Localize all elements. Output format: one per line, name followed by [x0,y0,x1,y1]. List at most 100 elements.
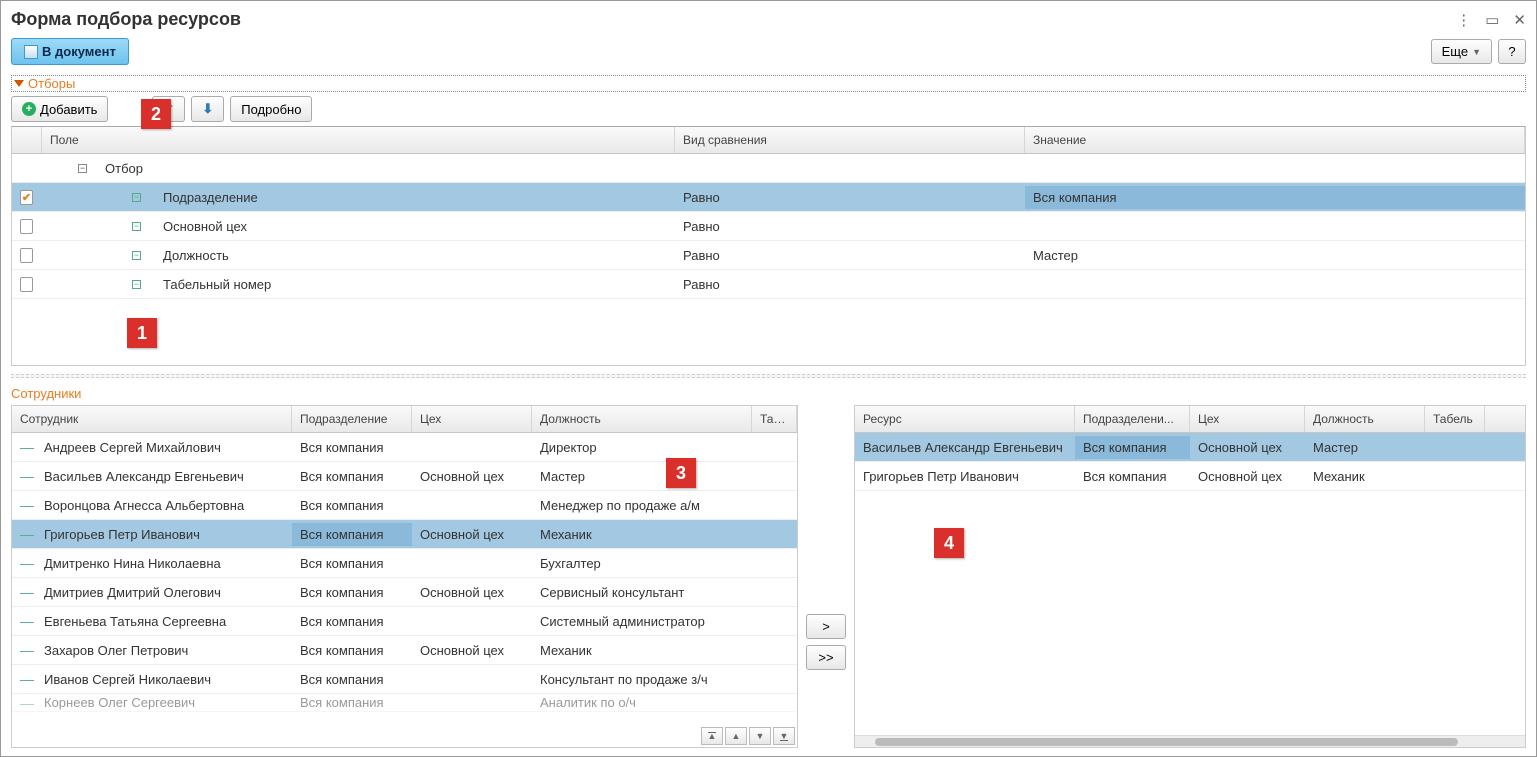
resource-dept: Вся компания [1075,465,1190,488]
filter-row[interactable]: −ПодразделениеРавноВся компания [12,183,1525,212]
filter-val [1025,222,1525,230]
page-title: Форма подбора ресурсов [11,9,1456,30]
callout-2: 2 [141,99,171,129]
filter-grid: Поле Вид сравнения Значение −Отбор −Подр… [11,126,1526,366]
detail-button[interactable]: Подробно [230,96,312,122]
employee-dept: Вся компания [292,668,412,691]
move-down-button[interactable]: ⬇ [191,96,224,122]
employee-row[interactable]: —Дмитриев Дмитрий ОлеговичВся компанияОс… [12,578,797,607]
res-col-tab[interactable]: Табель [1425,406,1485,432]
tree-collapse-icon[interactable]: − [78,164,87,173]
transfer-all-button[interactable]: >> [806,645,846,670]
filter-checkbox[interactable] [20,248,33,263]
nav-down[interactable]: ▼ [749,727,771,745]
row-bullet-icon: — [20,497,34,513]
filter-val: Мастер [1025,244,1525,267]
employee-tab [752,501,797,509]
employee-name: Дмитренко Нина Николаевна [44,556,221,571]
resource-dept: Вся компания [1075,436,1190,459]
employee-dept: Вся компания [292,552,412,575]
employee-name: Евгеньева Татьяна Сергеевна [44,614,226,629]
filter-col-field[interactable]: Поле [42,127,675,153]
arrow-down-icon: ⬇ [202,101,213,117]
filter-root-row[interactable]: −Отбор [12,154,1525,183]
filter-checkbox[interactable] [20,277,33,292]
row-bullet-icon: — [20,642,34,658]
employee-position: Сервисный консультант [532,581,752,604]
employee-shop [412,559,532,567]
nav-last[interactable]: ▼ [773,727,795,745]
more-button[interactable]: Еще ▼ [1431,39,1492,64]
resources-grid-body: Васильев Александр ЕвгеньевичВся компани… [855,433,1525,747]
res-col-pos[interactable]: Должность [1305,406,1425,432]
filter-row[interactable]: −Табельный номерРавно [12,270,1525,299]
resource-row[interactable]: Васильев Александр ЕвгеньевичВся компани… [855,433,1525,462]
maximize-icon[interactable]: ▭ [1485,11,1499,29]
filters-section-header[interactable]: Отборы [11,75,1526,92]
emp-col-name[interactable]: Сотрудник [12,406,292,432]
employee-row[interactable]: —Воронцова Агнесса АльбертовнаВся компан… [12,491,797,520]
resource-shop: Основной цех [1190,436,1305,459]
horizontal-scrollbar[interactable] [855,735,1525,747]
help-button[interactable]: ? [1498,39,1526,64]
employee-row[interactable]: —Евгеньева Татьяна СергеевнаВся компания… [12,607,797,636]
res-col-dept[interactable]: Подразделени... [1075,406,1190,432]
row-bullet-icon: — [20,555,34,571]
employee-row[interactable]: —Иванов Сергей НиколаевичВся компанияКон… [12,665,797,694]
employees-grid-header: Сотрудник Подразделение Цех Должность Та… [12,406,797,433]
row-bullet-icon: — [20,526,34,542]
filter-field-label: Подразделение [163,190,258,205]
splitter[interactable] [11,374,1526,378]
res-col-name[interactable]: Ресурс [855,406,1075,432]
filter-checkbox[interactable] [20,190,33,205]
employee-shop [412,675,532,683]
employee-name: Воронцова Агнесса Альбертовна [44,498,244,513]
employee-position: Системный администратор [532,610,752,633]
employee-position: Мастер [532,465,752,488]
to-document-button[interactable]: В документ [11,38,129,65]
filter-field-label: Должность [163,248,229,263]
employee-tab [752,559,797,567]
tree-item-icon: − [132,222,141,231]
nav-first[interactable]: ▲ [701,727,723,745]
emp-col-tab[interactable]: Таб... [752,406,797,432]
employee-row[interactable]: —Захаров Олег ПетровичВся компанияОсновн… [12,636,797,665]
filter-row[interactable]: −ДолжностьРавноМастер [12,241,1525,270]
employee-name: Андреев Сергей Михайлович [44,440,221,455]
filter-col-val[interactable]: Значение [1025,127,1525,153]
filter-cmp: Равно [675,244,1025,267]
filter-toolbar: + Добавить ⬆ ⬇ Подробно [11,96,1526,122]
filter-val [1025,280,1525,288]
resource-tab [1425,443,1485,451]
res-col-shop[interactable]: Цех [1190,406,1305,432]
employee-name: Григорьев Петр Иванович [44,527,200,542]
employee-name: Корнеев Олег Сергеевич [44,695,195,710]
employee-row[interactable]: —Дмитренко Нина НиколаевнаВся компанияБу… [12,549,797,578]
employee-shop: Основной цех [412,523,532,546]
employee-row[interactable]: —Корнеев Олег СергеевичВся компанияАнали… [12,694,797,712]
employee-shop [412,617,532,625]
row-bullet-icon: — [20,695,34,711]
lower-pane: Сотрудник Подразделение Цех Должность Та… [11,405,1526,748]
filter-row[interactable]: −Основной цехРавно [12,212,1525,241]
employee-row[interactable]: —Григорьев Петр ИвановичВся компанияОсно… [12,520,797,549]
nav-up[interactable]: ▲ [725,727,747,745]
filter-grid-header: Поле Вид сравнения Значение [12,127,1525,154]
resource-position: Мастер [1305,436,1425,459]
add-filter-label: Добавить [40,102,97,117]
menu-icon[interactable]: ⋮ [1456,11,1471,29]
close-icon[interactable]: ✕ [1513,11,1526,29]
employees-grid: Сотрудник Подразделение Цех Должность Та… [11,405,798,748]
employee-position: Менеджер по продаже а/м [532,494,752,517]
plus-icon: + [22,102,36,116]
filter-checkbox[interactable] [20,219,33,234]
add-filter-button[interactable]: + Добавить [11,96,108,122]
filter-col-cmp[interactable]: Вид сравнения [675,127,1025,153]
emp-col-pos[interactable]: Должность [532,406,752,432]
employee-name: Дмитриев Дмитрий Олегович [44,585,221,600]
resource-tab [1425,472,1485,480]
emp-col-shop[interactable]: Цех [412,406,532,432]
emp-col-dept[interactable]: Подразделение [292,406,412,432]
resource-row[interactable]: Григорьев Петр ИвановичВся компанияОснов… [855,462,1525,491]
transfer-one-button[interactable]: > [806,614,846,639]
